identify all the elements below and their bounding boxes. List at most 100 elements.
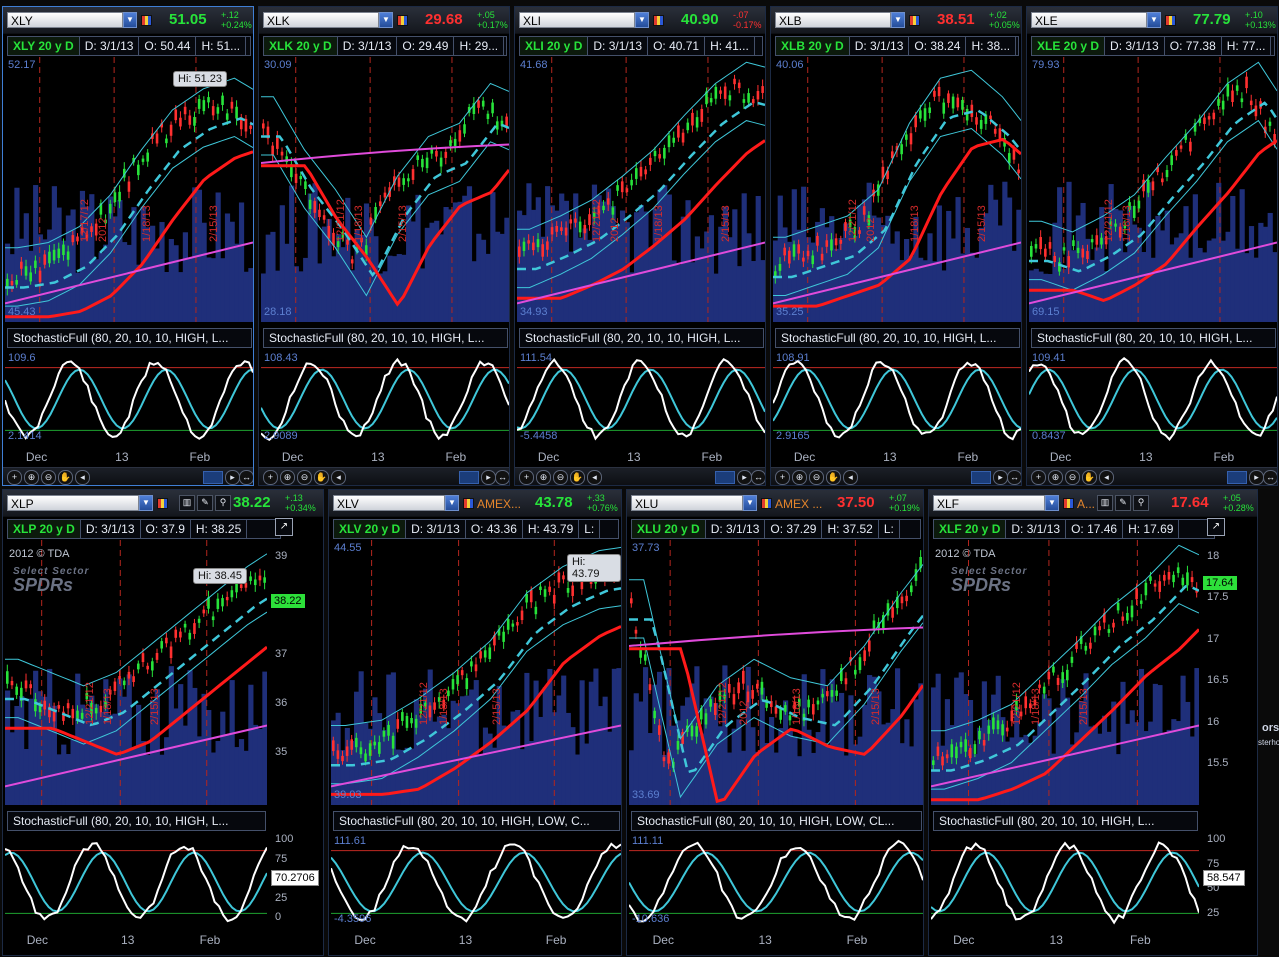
scroll-left-icon[interactable]: ◂ <box>331 470 346 485</box>
quote-info-bar[interactable]: XLU 20 y D D: 3/1/13 O: 37.29 H: 37.52 L: <box>631 519 921 539</box>
stochastic-study-title[interactable]: StochasticFull (80, 20, 10, 10, HIGH, L.… <box>1031 328 1276 348</box>
scroll-left-icon[interactable]: ◂ <box>587 470 602 485</box>
scroll-right-icon[interactable]: ▸ <box>225 470 240 485</box>
link-color-icon[interactable] <box>157 498 168 509</box>
price-plot[interactable]: 12/21/12 1/18/13 79.93 69.15 <box>1029 57 1277 322</box>
chevron-down-icon[interactable]: ▼ <box>743 495 757 511</box>
zoom-in-icon[interactable]: ⊕ <box>280 470 295 485</box>
chart-panel-xlk[interactable]: XLK ▼ 29.68 +.05 +0.17% XLK 20 y D D: 3/1/13 O:… <box>258 6 510 486</box>
chart-panel-xlf[interactable]: XLF ▼ A... ▥ ✎ ⚲ 17.64 +.05 +0.28% XLF 20 y D D: 3… <box>928 489 1258 956</box>
pencil-icon[interactable]: ✎ <box>197 495 213 511</box>
scroll-thumb[interactable] <box>715 471 735 484</box>
zoom-in-icon[interactable]: ⊕ <box>536 470 551 485</box>
aggregation-period[interactable]: XLB 20 y D <box>776 37 850 55</box>
stochastic-study-title[interactable]: StochasticFull (80, 20, 10, 10, HIGH, L.… <box>519 328 764 348</box>
quote-info-bar[interactable]: XLI 20 y D D: 3/1/13 O: 40.71 H: 41... <box>519 36 763 56</box>
symbol-input[interactable]: XLP <box>7 495 139 511</box>
symbol-input[interactable]: XLB <box>775 12 891 28</box>
scroll-right-icon[interactable]: ▸ <box>737 470 752 485</box>
quote-info-bar[interactable]: XLY 20 y D D: 3/1/13 O: 50.44 H: 51... <box>7 36 251 56</box>
aggregation-period[interactable]: XLI 20 y D <box>520 37 589 55</box>
hand-pan-icon[interactable]: ✋ <box>1082 470 1097 485</box>
stochastic-plot[interactable]: 111.61 -4.3596 <box>331 833 621 931</box>
stochastic-plot[interactable]: 108.43 2.9089 <box>261 350 509 448</box>
link-color-icon[interactable] <box>653 15 664 26</box>
price-plot[interactable]: 12/21/12 2012 1/18/13 2/15/13 37.73 33.69 <box>629 540 923 805</box>
stochastic-plot[interactable] <box>5 833 267 931</box>
zoom-in-icon[interactable]: ⊕ <box>792 470 807 485</box>
symbol-input[interactable]: XLU <box>631 495 743 511</box>
aggregation-period[interactable]: XLY 20 y D <box>8 37 80 55</box>
expand-icon[interactable]: ↔ <box>751 470 765 485</box>
stochastic-study-title[interactable]: StochasticFull (80, 20, 10, 10, HIGH, L.… <box>263 328 508 348</box>
crosshair-icon[interactable]: + <box>775 470 790 485</box>
chart-style-icon[interactable]: ↗ <box>1207 518 1225 536</box>
symbol-input[interactable]: XLI <box>519 12 635 28</box>
chart-panel-xlb[interactable]: XLB ▼ 38.51 +.02 +0.05% XLB 20 y D D: 3/1/13 O:… <box>770 6 1022 486</box>
scroll-left-icon[interactable]: ◂ <box>843 470 858 485</box>
stochastic-plot[interactable]: 111.54 -5.4458 <box>517 350 765 448</box>
stoch-axis[interactable]: 100755025070.2706 <box>271 833 323 931</box>
chevron-down-icon[interactable]: ▼ <box>891 12 905 28</box>
stochastic-plot[interactable] <box>931 833 1199 931</box>
symbol-input[interactable]: XLK <box>263 12 379 28</box>
chevron-down-icon[interactable]: ▼ <box>635 12 649 28</box>
scroll-thumb[interactable] <box>1227 471 1247 484</box>
style-icon[interactable]: ▥ <box>1097 495 1113 511</box>
zoom-out-icon[interactable]: ⊖ <box>809 470 824 485</box>
stochastic-study-title[interactable]: StochasticFull (80, 20, 10, 10, HIGH, LO… <box>631 811 922 831</box>
pencil-icon[interactable]: ✎ <box>1115 495 1131 511</box>
chevron-down-icon[interactable]: ▼ <box>1045 495 1059 511</box>
aggregation-period[interactable]: XLK 20 y D <box>264 37 338 55</box>
scroll-right-icon[interactable]: ▸ <box>481 470 496 485</box>
price-plot[interactable]: 12/21/12 2012 1/18/13 2/15/13 41.68 34.93 <box>517 57 765 322</box>
crosshair-icon[interactable]: + <box>263 470 278 485</box>
price-plot[interactable]: 12/17/12 2012 1/18/13 2/15/13 52.17 45.43 Hi: … <box>5 57 253 322</box>
chevron-down-icon[interactable]: ▼ <box>139 495 153 511</box>
pointer-icon[interactable]: ⚲ <box>1133 495 1149 511</box>
quote-info-bar[interactable]: XLB 20 y D D: 3/1/13 O: 38.24 H: 38... <box>775 36 1019 56</box>
link-color-icon[interactable] <box>1063 498 1074 509</box>
stochastic-plot[interactable]: 111.11 -10.636 <box>629 833 923 931</box>
hand-pan-icon[interactable]: ✋ <box>314 470 329 485</box>
scroll-right-icon[interactable]: ▸ <box>993 470 1008 485</box>
quote-info-bar[interactable]: XLF 20 y D D: 3/1/13 O: 17.46 H: 17.69 <box>933 519 1215 539</box>
expand-icon[interactable]: ↔ <box>1007 470 1021 485</box>
expand-icon[interactable]: ↔ <box>239 470 253 485</box>
zoom-in-icon[interactable]: ⊕ <box>24 470 39 485</box>
chevron-down-icon[interactable]: ▼ <box>445 495 459 511</box>
zoom-out-icon[interactable]: ⊖ <box>1065 470 1080 485</box>
style-icon[interactable]: ▥ <box>179 495 195 511</box>
hand-pan-icon[interactable]: ✋ <box>570 470 585 485</box>
scroll-left-icon[interactable]: ◂ <box>75 470 90 485</box>
chart-panel-xli[interactable]: XLI ▼ 40.90 -.07 -0.17% XLI 20 y D D: 3/1/13 O:… <box>514 6 766 486</box>
link-color-icon[interactable] <box>761 498 772 509</box>
stoch-axis[interactable]: 100 75 50 25 58.547 <box>1203 833 1257 931</box>
symbol-input[interactable]: XLF <box>933 495 1045 511</box>
symbol-input[interactable]: XLY <box>7 12 123 28</box>
stochastic-study-title[interactable]: StochasticFull (80, 20, 10, 10, HIGH, L.… <box>775 328 1020 348</box>
zoom-out-icon[interactable]: ⊖ <box>553 470 568 485</box>
quote-info-bar[interactable]: XLE 20 y D D: 3/1/13 O: 77.38 H: 77... <box>1031 36 1275 56</box>
stochastic-study-title[interactable]: StochasticFull (80, 20, 10, 10, HIGH, L.… <box>7 811 266 831</box>
crosshair-icon[interactable]: + <box>7 470 22 485</box>
chart-panel-xly[interactable]: XLY ▼ 51.05 +.12 +0.24% XLY 20 y D D: 3/1/13 O:… <box>2 6 254 486</box>
price-axis[interactable]: 393837363538.22 <box>271 540 323 805</box>
aggregation-period[interactable]: XLP 20 y D <box>8 520 81 538</box>
stochastic-study-title[interactable]: StochasticFull (80, 20, 10, 10, HIGH, L.… <box>933 811 1198 831</box>
hand-pan-icon[interactable]: ✋ <box>826 470 841 485</box>
aggregation-period[interactable]: XLU 20 y D <box>632 520 706 538</box>
price-plot[interactable]: 12/21/12 1/18/13 2/15/13 2012 © TDA Select S… <box>5 540 267 805</box>
link-color-icon[interactable] <box>1165 15 1176 26</box>
aggregation-period[interactable]: XLF 20 y D <box>934 520 1007 538</box>
symbol-input[interactable]: XLE <box>1031 12 1147 28</box>
aggregation-period[interactable]: XLV 20 y D <box>334 520 407 538</box>
link-color-icon[interactable] <box>397 15 408 26</box>
stochastic-plot[interactable]: 109.6 2.1414 <box>5 350 253 448</box>
expand-icon[interactable]: ↔ <box>495 470 509 485</box>
expand-icon[interactable]: ↔ <box>1263 470 1277 485</box>
price-plot[interactable]: 12/21/12 1/18/13 2/15/13 30.09 28.18 <box>261 57 509 322</box>
chart-style-icon[interactable]: ↗ <box>275 518 293 536</box>
chevron-down-icon[interactable]: ▼ <box>123 12 137 28</box>
scroll-thumb[interactable] <box>203 471 223 484</box>
